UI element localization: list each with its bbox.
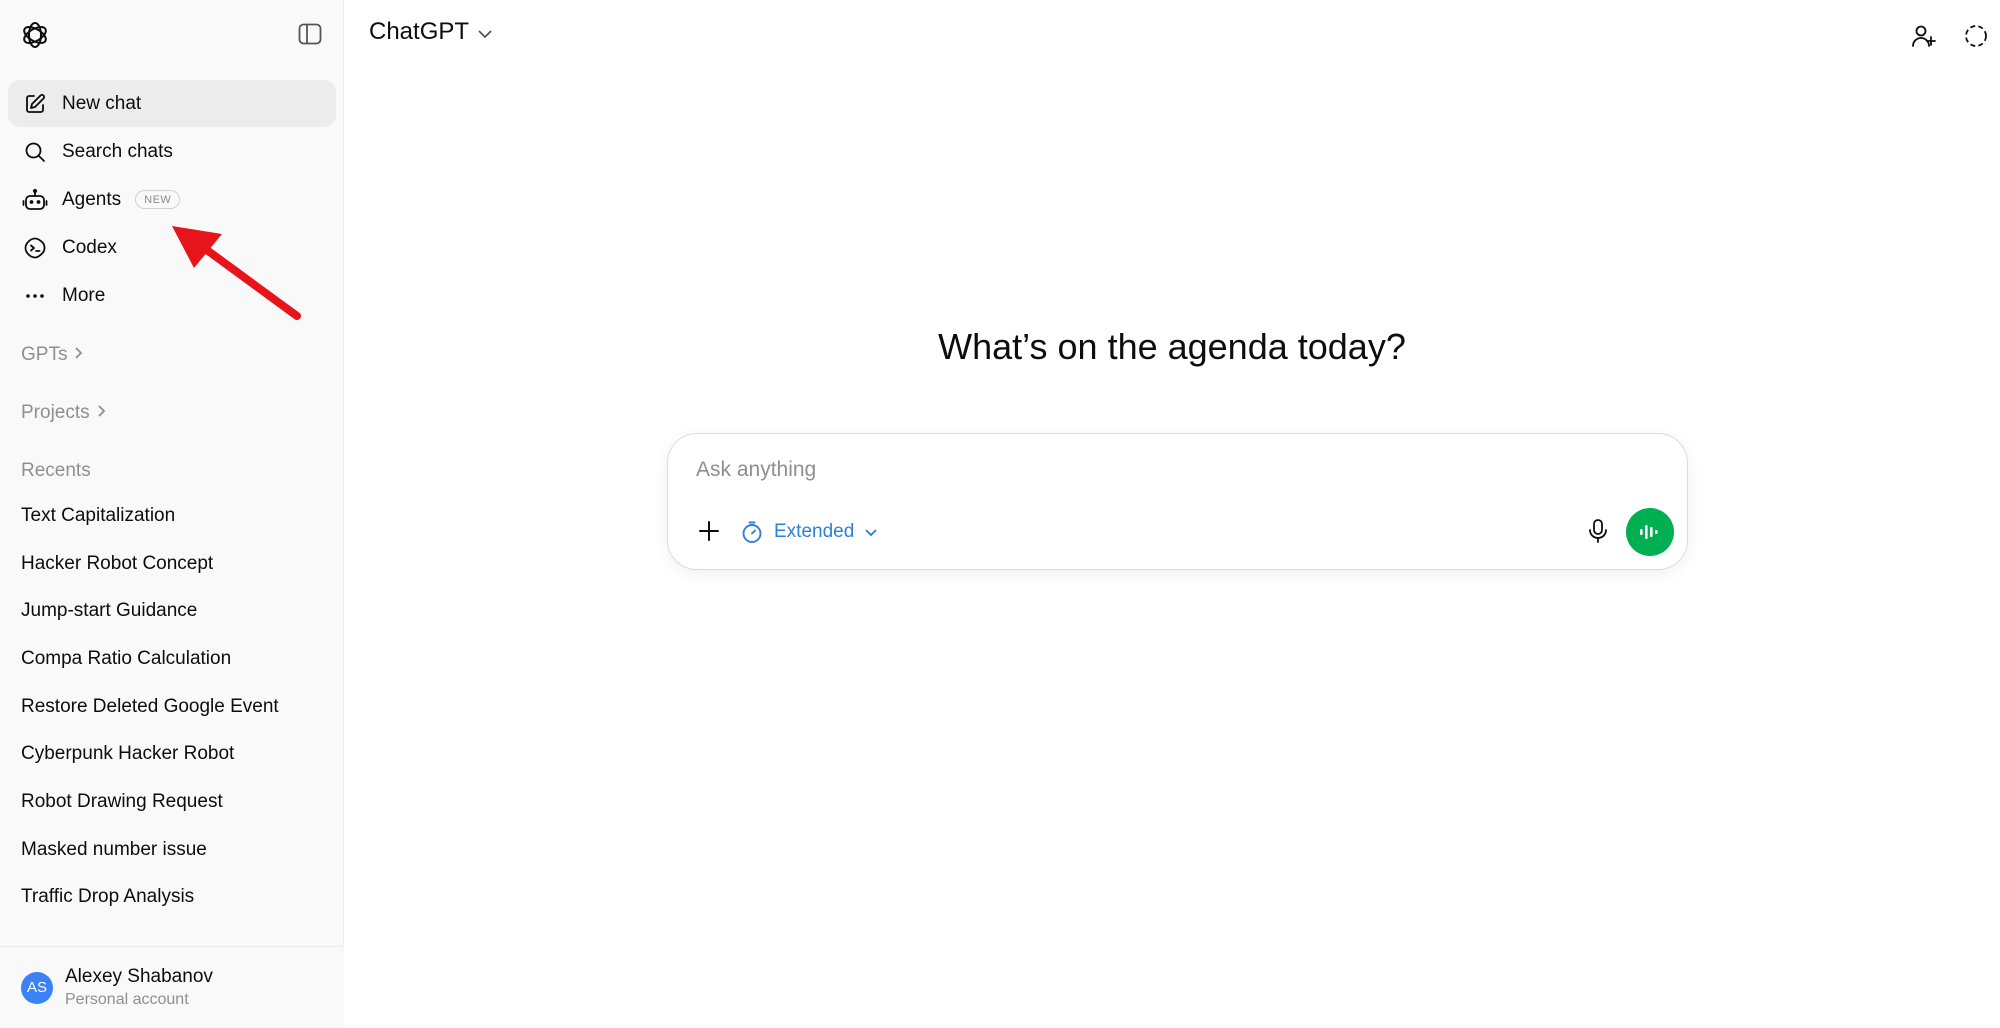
gpts-link[interactable]: GPTs: [21, 344, 83, 366]
thinking-mode-button[interactable]: Extended: [740, 515, 878, 549]
search-chats-button[interactable]: Search chats: [8, 128, 336, 175]
recent-chat-item[interactable]: Hacker Robot Concept: [8, 540, 336, 588]
account-name: Alexey Shabanov: [65, 966, 213, 987]
projects-link[interactable]: Projects: [21, 402, 106, 424]
recent-chat-item[interactable]: Jump-start Guidance: [8, 587, 336, 635]
search-icon: [22, 139, 48, 165]
chevron-down-icon: [477, 18, 493, 46]
share-add-people-icon[interactable]: [1907, 19, 1941, 53]
more-icon: [22, 283, 48, 309]
chevron-down-icon: [864, 528, 878, 537]
account-menu[interactable]: AS Alexey Shabanov Personal account: [0, 946, 344, 1028]
new-chat-button[interactable]: New chat: [8, 80, 336, 127]
recent-chat-item[interactable]: Restore Deleted Google Event: [8, 683, 336, 731]
account-type: Personal account: [65, 991, 189, 1008]
sidebar-nav: New chat Search chats Agents NEW Codex M…: [8, 80, 336, 320]
codex-button[interactable]: Codex: [8, 224, 336, 271]
plus-icon: [699, 521, 719, 541]
codex-icon: [22, 235, 48, 261]
chevron-right-icon: [73, 346, 83, 365]
page-title: What’s on the agenda today?: [938, 326, 1406, 367]
composer: Extended: [667, 433, 1688, 570]
voice-waveform-icon: [1640, 525, 1658, 539]
recent-chat-item[interactable]: Cyberpunk Hacker Robot: [8, 730, 336, 778]
more-button[interactable]: More: [8, 272, 336, 319]
dictate-button[interactable]: [1581, 514, 1615, 548]
model-switcher[interactable]: ChatGPT: [369, 18, 493, 46]
recent-chat-item[interactable]: Robot Drawing Request: [8, 778, 336, 826]
robot-icon: [22, 187, 48, 213]
agents-label: Agents: [62, 188, 122, 210]
prompt-input[interactable]: [696, 458, 1596, 482]
recent-chat-item[interactable]: Traffic Drop Analysis: [8, 874, 336, 922]
toggle-sidebar-icon[interactable]: [295, 19, 325, 49]
timer-icon: [740, 520, 764, 544]
account-info: Alexey Shabanov Personal account: [65, 966, 213, 1009]
chevron-right-icon: [96, 404, 106, 423]
search-chats-label: Search chats: [62, 140, 173, 162]
edit-icon: [22, 91, 48, 117]
new-chat-label: New chat: [62, 92, 142, 114]
recents-list: Text Capitalization Hacker Robot Concept…: [8, 492, 336, 921]
recent-chat-item[interactable]: Masked number issue: [8, 826, 336, 874]
microphone-icon: [1589, 519, 1607, 543]
agents-button[interactable]: Agents NEW: [8, 176, 336, 223]
more-label: More: [62, 284, 106, 306]
recent-chat-item[interactable]: Compa Ratio Calculation: [8, 635, 336, 683]
model-name: ChatGPT: [369, 18, 470, 45]
projects-label: Projects: [21, 402, 90, 423]
openai-logo-icon[interactable]: [18, 18, 52, 52]
temporary-chat-icon[interactable]: [1959, 19, 1993, 53]
mode-label: Extended: [774, 521, 855, 542]
recent-chat-item[interactable]: Text Capitalization: [8, 492, 336, 540]
avatar: AS: [21, 971, 53, 1004]
recents-heading: Recents: [21, 460, 91, 481]
codex-label: Codex: [62, 236, 117, 258]
add-attachment-button[interactable]: [692, 514, 726, 548]
gpts-label: GPTs: [21, 344, 68, 365]
voice-mode-button[interactable]: [1626, 508, 1674, 556]
sidebar: New chat Search chats Agents NEW Codex M…: [0, 0, 344, 1028]
new-badge: NEW: [135, 190, 181, 209]
